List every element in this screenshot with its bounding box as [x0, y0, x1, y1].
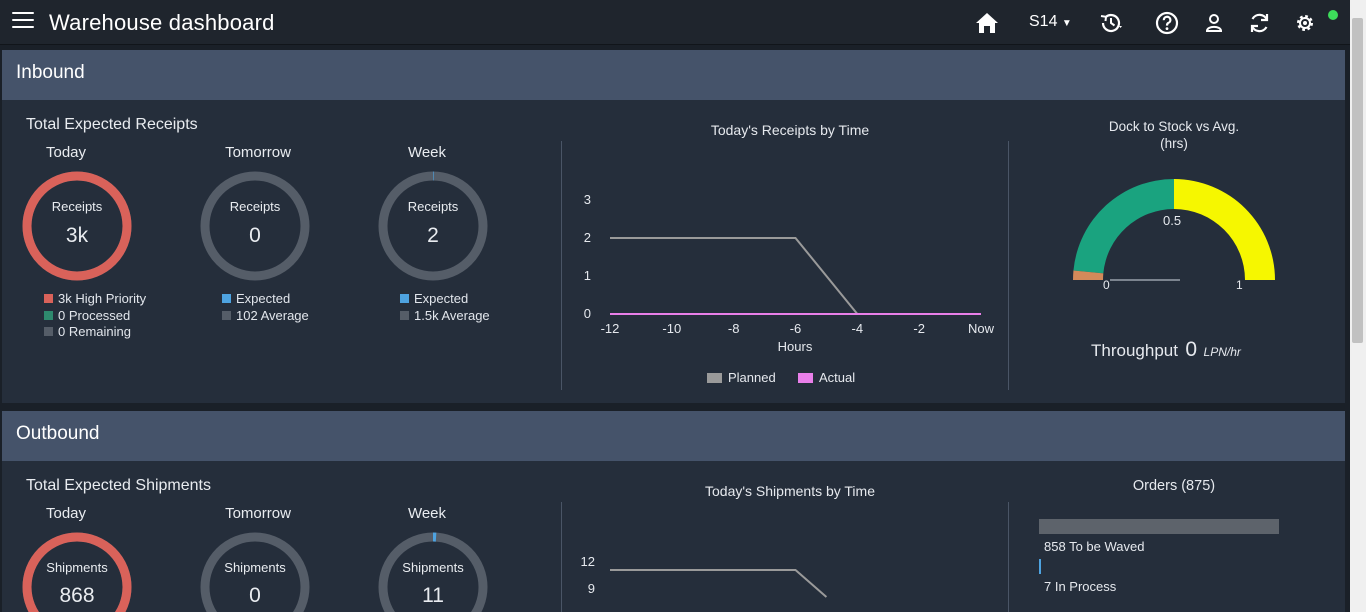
help-icon[interactable] [1155, 10, 1181, 36]
chevron-down-icon: ▼ [1061, 18, 1072, 29]
throughput-value: 0 [1185, 338, 1198, 361]
store-label: S14 [1029, 13, 1058, 30]
vertical-scrollbar[interactable] [1350, 0, 1366, 612]
throughput-unit: LPN/hr [1203, 345, 1241, 359]
x-tick-label: -2 [913, 321, 925, 336]
gauge-mid-label: 0.5 [1163, 213, 1182, 228]
ring-label: Receipts [229, 199, 281, 214]
shipments-tomorrow-value: 0 [249, 584, 261, 607]
legend-label: Actual [819, 370, 855, 385]
receipts-week-value: 2 [427, 224, 439, 247]
ring-label: Shipments [402, 560, 464, 575]
receipts-tomorrow-value: 0 [249, 224, 261, 247]
menu-icon[interactable] [12, 12, 34, 30]
legend-swatch [707, 373, 722, 383]
legend-item: Expected [222, 291, 290, 306]
legend-swatch [798, 373, 813, 383]
ring-label: Shipments [46, 560, 108, 575]
y-tick-label: 1 [584, 268, 591, 283]
shipments-section-title: Total Expected Shipments [26, 477, 211, 494]
home-icon[interactable] [974, 10, 1000, 36]
orders-title: Orders (875) [1132, 478, 1216, 494]
receipts-tomorrow-label: Tomorrow [225, 144, 291, 161]
top-bar: Warehouse dashboard S14 ▼ [0, 0, 1350, 45]
inbound-header[interactable]: Inbound [2, 50, 1345, 100]
shipments-week-value: 11 [422, 584, 444, 607]
series-line-planned [610, 237, 981, 315]
orders-to-be-waved-label: 858 To be Waved [1044, 539, 1145, 554]
divider [1008, 141, 1009, 390]
x-tick-label: -6 [790, 321, 802, 336]
divider [561, 141, 562, 390]
legend-label: Planned [728, 370, 776, 385]
gauge-title-line2: (hrs) [1160, 136, 1188, 151]
gauge-min-label: 0 [1103, 278, 1110, 292]
y-tick-label: 12 [581, 554, 595, 569]
divider [561, 502, 562, 612]
user-icon[interactable] [1202, 10, 1228, 36]
history-icon[interactable] [1098, 10, 1124, 36]
legend-item: 3k High Priority [44, 291, 146, 306]
inbound-title: Inbound [16, 62, 85, 83]
shipments-tomorrow-label: Tomorrow [225, 505, 291, 522]
gauge-title: Dock to Stock vs Avg. (hrs) [1074, 118, 1274, 152]
legend-item: 0 Remaining [44, 324, 131, 339]
refresh-icon[interactable] [1247, 10, 1273, 36]
page-title: Warehouse dashboard [49, 10, 275, 35]
shipments-today-value: 868 [59, 584, 95, 607]
x-tick-label: -10 [662, 321, 681, 336]
scrollbar-thumb[interactable] [1352, 18, 1363, 343]
receipts-by-time-chart[interactable]: 0 1 2 3 -12 -10 -8 -6 -4 -2 Now Hours Planned Actual [570, 185, 1000, 395]
y-tick-label: 9 [588, 581, 595, 596]
y-tick-label: 2 [584, 230, 591, 245]
receipts-section-title: Total Expected Receipts [26, 116, 198, 133]
shipments-chart-title: Today's Shipments by Time [705, 483, 875, 499]
receipts-chart-title: Today's Receipts by Time [710, 122, 870, 138]
dock-to-stock-gauge[interactable] [1064, 170, 1286, 295]
shipments-today-label: Today [45, 505, 87, 522]
outbound-title: Outbound [16, 423, 100, 444]
ring-label: Receipts [407, 199, 459, 214]
legend-item: Expected [400, 291, 468, 306]
outbound-header[interactable]: Outbound [2, 411, 1345, 461]
legend-item: 0 Processed [44, 308, 130, 323]
orders-in-process-label: 7 In Process [1044, 579, 1117, 594]
series-line-planned [610, 569, 828, 598]
receipts-today-value: 3k [65, 224, 89, 247]
throughput: Throughput 0 LPN/hr [1091, 338, 1241, 362]
x-tick-label: -8 [728, 321, 740, 336]
legend-item: 1.5k Average [400, 308, 490, 323]
divider [1008, 502, 1009, 612]
x-tick-label: -4 [852, 321, 864, 336]
y-tick-label: 0 [584, 306, 591, 321]
x-axis-label: Hours [778, 339, 813, 354]
receipts-week-label: Week [407, 144, 447, 161]
receipts-today-label: Today [45, 144, 87, 161]
shipments-week-label: Week [407, 505, 447, 522]
gauge-title-line1: Dock to Stock vs Avg. [1108, 119, 1240, 134]
x-tick-label: -12 [601, 321, 620, 336]
legend-item: 102 Average [222, 308, 309, 323]
connection-status-indicator [1328, 10, 1338, 20]
store-selector[interactable]: S14 ▼ [1029, 13, 1072, 31]
orders-in-process-bar[interactable] [1039, 559, 1279, 574]
gear-icon[interactable] [1293, 10, 1319, 36]
x-tick-label: Now [968, 321, 995, 336]
ring-label: Shipments [224, 560, 286, 575]
orders-to-be-waved-bar[interactable] [1039, 519, 1279, 534]
gauge-max-label: 1 [1236, 278, 1243, 292]
y-tick-label: 3 [584, 192, 591, 207]
shipments-by-time-chart[interactable]: 12 9 [570, 545, 1000, 612]
ring-label: Receipts [51, 199, 103, 214]
throughput-label: Throughput [1091, 341, 1178, 360]
